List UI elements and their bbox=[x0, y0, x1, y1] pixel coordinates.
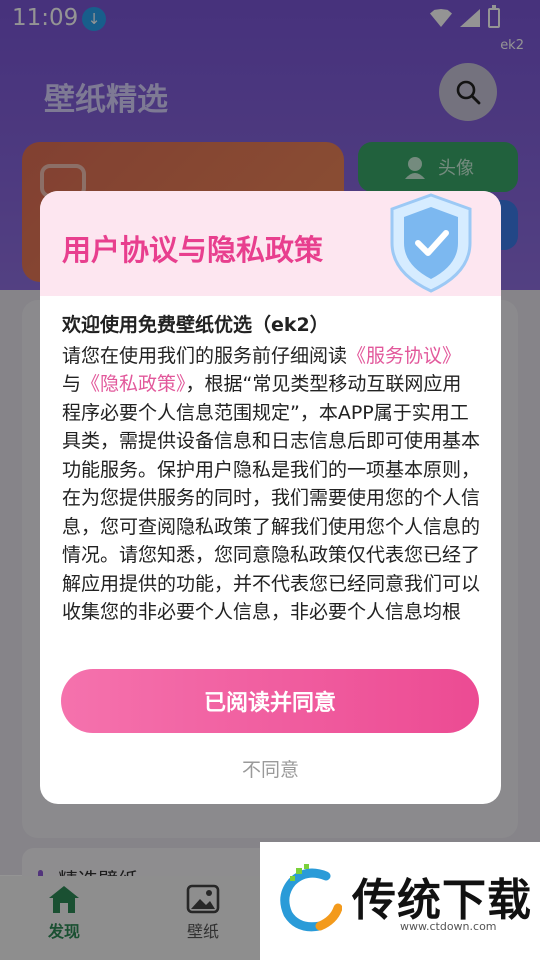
dialog-rest-text: ，根据“常见类型移动互联网应用程序必要个人信息范围规定”，本APP属于实用工具类… bbox=[62, 373, 480, 623]
privacy-dialog: 用户协议与隐私政策 欢迎使用免费壁纸优选（ek2） 请您在使用我们的服务前仔细阅… bbox=[40, 191, 501, 804]
watermark-title: 传统下载 bbox=[352, 875, 532, 926]
dialog-body[interactable]: 欢迎使用免费壁纸优选（ek2） 请您在使用我们的服务前仔细阅读《服务协议》与《隐… bbox=[62, 311, 480, 643]
disagree-button[interactable]: 不同意 bbox=[40, 755, 501, 782]
dialog-header: 用户协议与隐私政策 bbox=[40, 191, 501, 296]
dialog-subtitle: 欢迎使用免费壁纸优选（ek2） bbox=[62, 314, 329, 336]
dialog-conj-text: 与 bbox=[62, 373, 82, 395]
site-watermark: 传统下载 www.ctdown.com bbox=[260, 842, 540, 960]
privacy-policy-link[interactable]: 《隐私政策》 bbox=[81, 373, 186, 395]
app-screen: 11:09 ↓ ek2 壁纸精选 头像 发现 壁纸 用户协议与隐私政策 欢迎使用… bbox=[0, 0, 540, 960]
agree-button[interactable]: 已阅读并同意 bbox=[61, 669, 479, 733]
watermark-url: www.ctdown.com bbox=[400, 920, 497, 933]
watermark-logo-icon bbox=[280, 864, 342, 932]
dialog-text: 请您在使用我们的服务前仔细阅读《服务协议》与《隐私政策》，根据“常见类型移动互联… bbox=[62, 342, 480, 627]
shield-icon bbox=[390, 193, 472, 293]
service-agreement-link[interactable]: 《服务协议》 bbox=[347, 345, 461, 367]
dialog-intro-text: 请您在使用我们的服务前仔细阅读 bbox=[62, 344, 348, 367]
dialog-title: 用户协议与隐私政策 bbox=[62, 233, 324, 267]
